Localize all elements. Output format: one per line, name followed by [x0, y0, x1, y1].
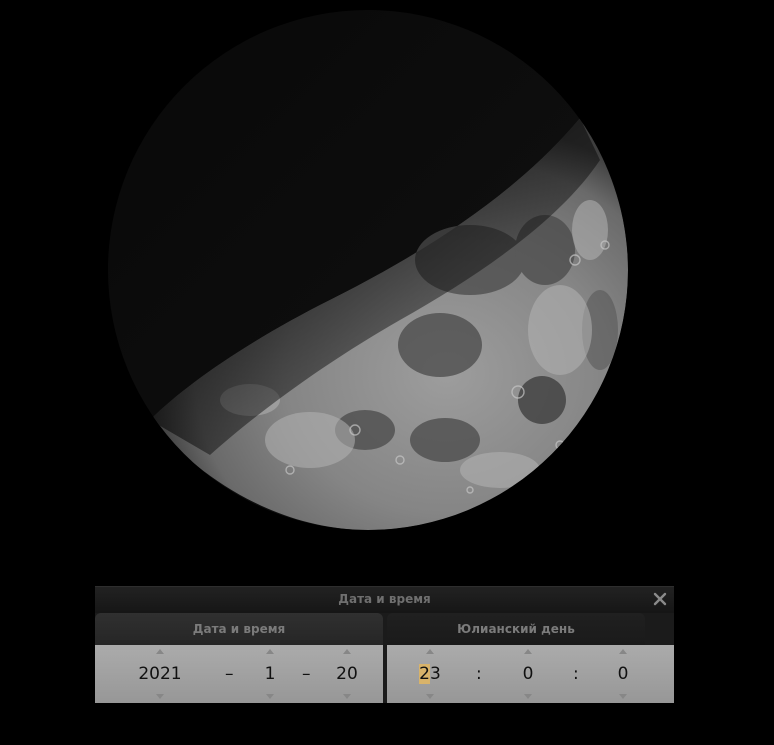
tab-date-time-label: Дата и время — [192, 622, 286, 636]
triangle-down-icon[interactable] — [524, 694, 532, 699]
minute-value[interactable]: 0 — [507, 664, 549, 684]
date-separator: – — [302, 664, 311, 684]
month-value[interactable]: 1 — [250, 664, 290, 684]
hour-value[interactable]: 23 — [407, 664, 453, 684]
date-separator: – — [225, 664, 234, 684]
second-value[interactable]: 0 — [602, 664, 644, 684]
year-value[interactable]: 2021 — [125, 664, 195, 684]
hour-spinner[interactable]: 23 — [407, 645, 453, 703]
day-spinner[interactable]: 20 — [325, 645, 369, 703]
triangle-down-icon[interactable] — [343, 694, 351, 699]
minute-spinner[interactable]: 0 — [507, 645, 549, 703]
month-spinner[interactable]: 1 — [250, 645, 290, 703]
time-separator: : — [573, 664, 579, 684]
triangle-down-icon[interactable] — [156, 694, 164, 699]
triangle-up-icon[interactable] — [343, 649, 351, 654]
tab-julian-day[interactable]: Юлианский день — [387, 613, 645, 645]
triangle-up-icon[interactable] — [426, 649, 434, 654]
date-panel: 2021 – 1 – 20 — [95, 645, 383, 703]
date-time-dialog: Дата и время Дата и время Юлианский день… — [95, 586, 674, 703]
tab-julian-day-label: Юлианский день — [457, 622, 575, 636]
time-panel: 23 : 0 : 0 — [387, 645, 674, 703]
dialog-titlebar[interactable]: Дата и время — [95, 587, 674, 613]
triangle-up-icon[interactable] — [619, 649, 627, 654]
text-cursor-highlight: 2 — [419, 664, 430, 684]
triangle-up-icon[interactable] — [524, 649, 532, 654]
year-spinner[interactable]: 2021 — [125, 645, 195, 703]
triangle-down-icon[interactable] — [266, 694, 274, 699]
time-separator: : — [476, 664, 482, 684]
tab-date-time[interactable]: Дата и время — [95, 613, 383, 645]
triangle-up-icon[interactable] — [156, 649, 164, 654]
triangle-down-icon[interactable] — [619, 694, 627, 699]
triangle-down-icon[interactable] — [426, 694, 434, 699]
triangle-up-icon[interactable] — [266, 649, 274, 654]
close-icon[interactable] — [650, 589, 670, 609]
moon-sky-view[interactable] — [0, 0, 774, 580]
dialog-title: Дата и время — [338, 592, 431, 606]
day-value[interactable]: 20 — [325, 664, 369, 684]
second-spinner[interactable]: 0 — [602, 645, 644, 703]
